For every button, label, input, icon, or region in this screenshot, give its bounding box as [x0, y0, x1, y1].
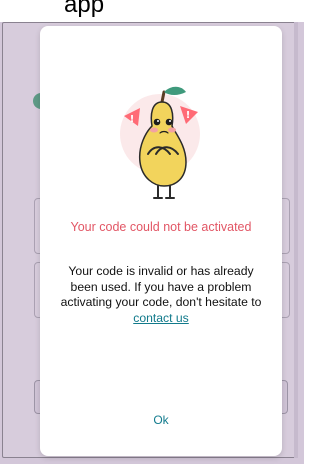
top-header-strip: app — [0, 0, 304, 22]
contact-us-link[interactable]: contact us — [133, 311, 189, 325]
dialog-message: Your code is invalid or has already been… — [54, 264, 268, 326]
dialog-message-text: Your code is invalid or has already been… — [60, 264, 262, 309]
sad-pear-illustration-icon: ! ! — [120, 86, 200, 199]
header-partial-title: app — [64, 0, 105, 18]
svg-text:!: ! — [186, 110, 191, 121]
dialog-title: Your code could not be activated — [70, 220, 252, 234]
background-scrollbar — [294, 22, 298, 458]
svg-text:!: ! — [130, 114, 135, 125]
error-dialog: ! ! Your code could not be activated You… — [40, 26, 282, 456]
ok-button[interactable]: Ok — [101, 402, 221, 438]
